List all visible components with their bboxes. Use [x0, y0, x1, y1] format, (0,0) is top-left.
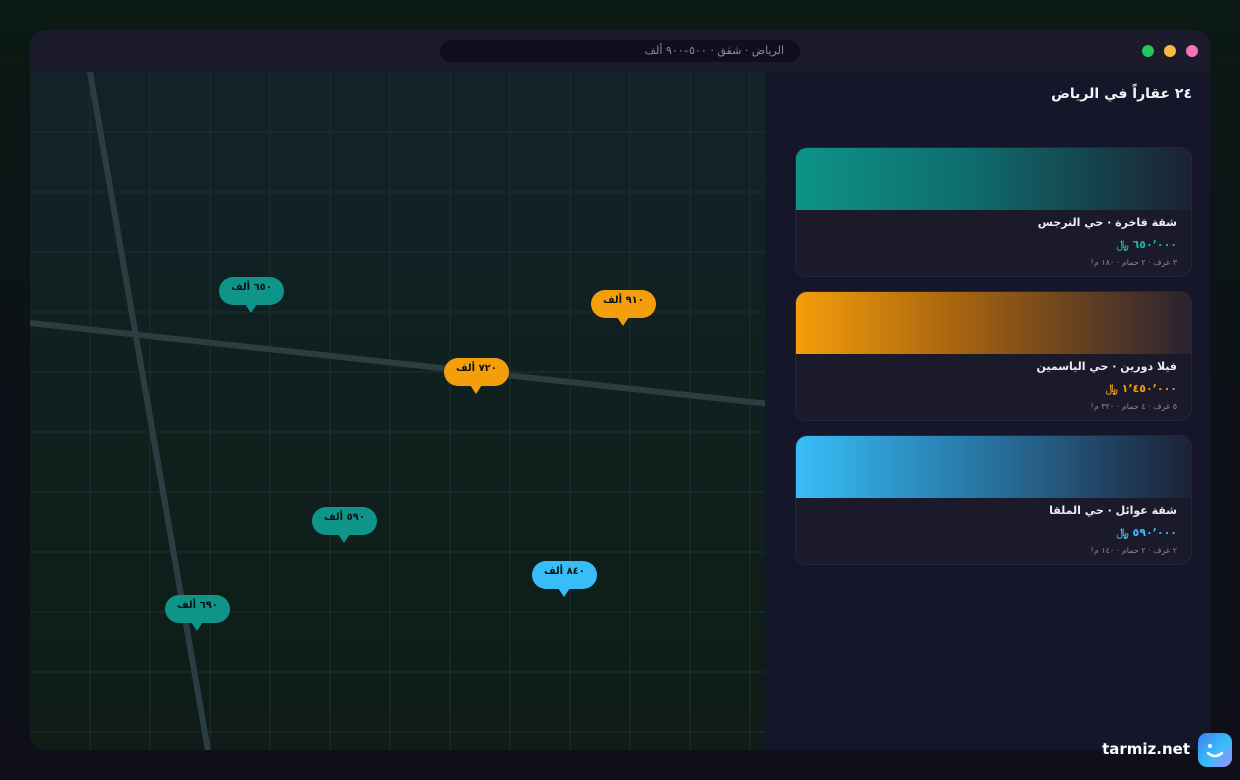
map-pin[interactable]: ٦٩٠ ألف — [165, 595, 230, 631]
listing-name: شقة عوائل · حي الملقا — [1049, 504, 1177, 517]
map-pin[interactable]: ٧٢٠ ألف — [444, 358, 509, 394]
listing-image — [796, 292, 1191, 354]
maximize-button[interactable] — [1142, 45, 1154, 57]
listing-price: ١٬٤٥٠٬٠٠٠ ﷼ — [1105, 382, 1177, 395]
map-pin[interactable]: ٦٥٠ ألف — [219, 277, 284, 313]
minimize-button[interactable] — [1164, 45, 1176, 57]
smile-icon — [1206, 744, 1224, 758]
map-streets — [30, 72, 765, 750]
listing-meta: ٥ غرف · ٤ حمام · ٣٢٠ م² — [1090, 402, 1177, 411]
address-bar[interactable]: الرياض · شقق · ٥٠٠–٩٠٠ ألف — [440, 40, 800, 62]
listing-price: ٦٥٠٬٠٠٠ ﷼ — [1116, 238, 1177, 251]
brand-name: tarmiz.net — [1102, 740, 1190, 758]
listing-image — [796, 148, 1191, 210]
map-view[interactable]: ٦٥٠ ألف ٩١٠ ألف ٧٢٠ ألف ٥٩٠ ألف ٨٤٠ ألف … — [30, 72, 765, 750]
results-title: ٢٤ عقاراً في الرياض — [1051, 86, 1192, 102]
listing-card[interactable]: شقة عوائل · حي الملقا ٥٩٠٬٠٠٠ ﷼ ٢ غرف · … — [795, 435, 1192, 565]
listing-meta: ٢ غرف · ٢ حمام · ١٤٠ م² — [1090, 546, 1177, 555]
listing-card[interactable]: فيلا دورين · حي الياسمين ١٬٤٥٠٬٠٠٠ ﷼ ٥ غ… — [795, 291, 1192, 421]
map-pin[interactable]: ٥٩٠ ألف — [312, 507, 377, 543]
listing-price: ٥٩٠٬٠٠٠ ﷼ — [1116, 526, 1177, 539]
map-pin[interactable]: ٩١٠ ألف — [591, 290, 656, 326]
browser-window: الرياض · شقق · ٥٠٠–٩٠٠ ألف ٦٥٠ ألف ٩١٠ أ… — [30, 30, 1210, 750]
listing-name: شقة فاخرة · حي النرجس — [1037, 216, 1177, 229]
listing-meta: ٣ غرف · ٢ حمام · ١٨٠ م² — [1090, 258, 1177, 267]
map-pin[interactable]: ٨٤٠ ألف — [532, 561, 597, 597]
title-bar: الرياض · شقق · ٥٠٠–٩٠٠ ألف — [30, 30, 1210, 73]
listing-name: فيلا دورين · حي الياسمين — [1036, 360, 1177, 373]
brand-logo-icon — [1198, 733, 1232, 767]
close-button[interactable] — [1186, 45, 1198, 57]
listing-card[interactable]: شقة فاخرة · حي النرجس ٦٥٠٬٠٠٠ ﷼ ٣ غرف · … — [795, 147, 1192, 277]
listing-image — [796, 436, 1191, 498]
listings-panel: ٢٤ عقاراً في الرياض شقة فاخرة · حي النرج… — [765, 72, 1210, 750]
